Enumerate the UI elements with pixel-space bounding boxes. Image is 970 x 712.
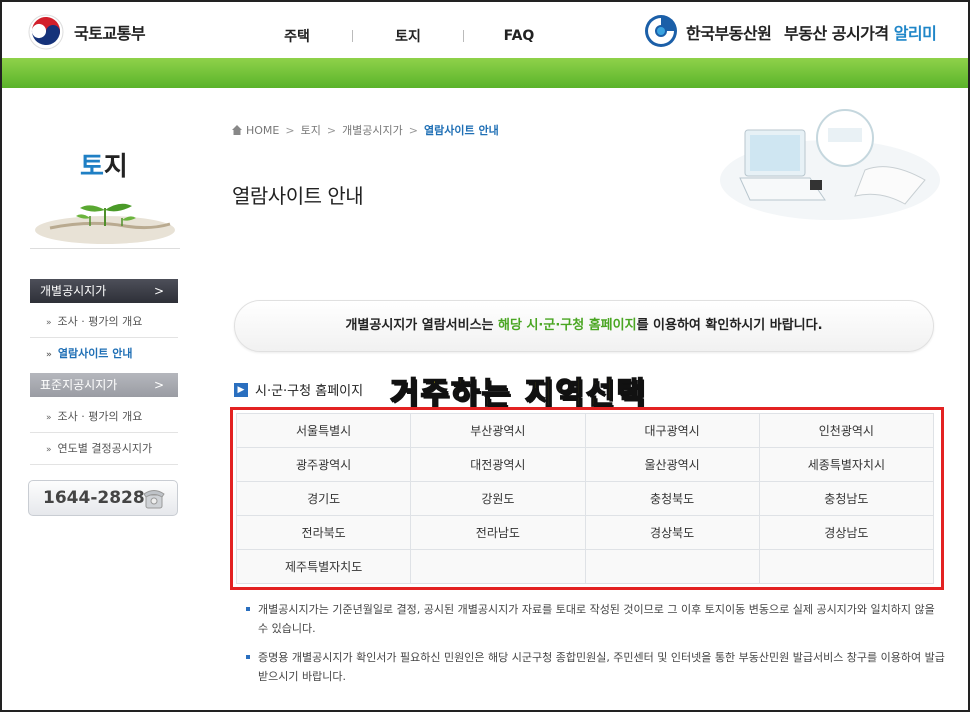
sidebar-item-label: 열람사이트 안내	[57, 347, 133, 360]
nav-housing[interactable]: 주택	[242, 26, 352, 46]
ministry-name[interactable]: 국토교통부	[74, 20, 146, 44]
site-name[interactable]: 부동산 공시가격 알리미	[784, 20, 937, 44]
table-row: 경기도 강원도 충청북도 충청남도	[235, 481, 935, 516]
green-banner-bar	[2, 58, 968, 88]
breadcrumb-separator: >	[326, 123, 337, 137]
nav-land[interactable]: 토지	[353, 26, 463, 46]
bullet-square-icon	[246, 607, 250, 611]
region-daegu[interactable]: 대구광역시	[584, 413, 760, 448]
region-table: 서울특별시 부산광역시 대구광역시 인천광역시 광주광역시 대전광역시 울산광역…	[235, 413, 935, 584]
table-row: 서울특별시 부산광역시 대구광역시 인천광역시	[235, 413, 935, 448]
main-nav: 주택 토지 FAQ	[242, 26, 574, 46]
site-name-accent: 알리미	[893, 24, 937, 43]
notice-highlight: 해당 시·군·구청 홈페이지	[498, 318, 637, 333]
call-center-box: 1644-2828	[28, 480, 178, 516]
section-label: 시·군·구청 홈페이지	[255, 384, 364, 399]
table-row: 전라북도 전라남도 경상북도 경상남도	[235, 515, 935, 550]
sidebar-item-label: 조사 · 평가의 개요	[57, 315, 143, 328]
page-title: 열람사이트 안내	[232, 184, 364, 208]
region-chungnam[interactable]: 충청남도	[758, 481, 935, 516]
section-heading: ▶ 시·군·구청 홈페이지	[234, 380, 363, 399]
site-header: 국토교통부 주택 토지 FAQ 한국부동산원 부동산 공시가격 알리미	[2, 2, 968, 58]
empty-cell	[584, 549, 760, 584]
phone-icon	[143, 490, 165, 509]
region-jeju[interactable]: 제주특별자치도	[235, 549, 412, 584]
viewing-service-notice: 개별공시지가 열람서비스는 해당 시·군·구청 홈페이지를 이용하여 확인하시기…	[234, 300, 934, 352]
sidebar-menu-individual-land-price[interactable]: 개별공시지가 >	[30, 279, 178, 303]
section-arrow-icon: ▶	[234, 382, 248, 397]
notice-text-after: 를 이용하여 확인하시기 바랍니다.	[636, 318, 823, 333]
breadcrumb-current: 열람사이트 안내	[424, 124, 499, 137]
list-item: 개별공시지가는 기준년월일로 결정, 공시된 개별공시지가 자료를 토대로 작성…	[246, 600, 946, 638]
agency-name[interactable]: 한국부동산원	[686, 20, 772, 44]
note-text: 증명용 개별공시지가 확인서가 필요하신 민원인은 해당 시군구청 종합민원실,…	[258, 651, 945, 683]
region-gwangju[interactable]: 광주광역시	[235, 447, 412, 482]
menu-label: 표준지공시지가	[40, 378, 118, 392]
chevron-right-icon: >	[153, 284, 164, 298]
sidebar-item-label: 조사 · 평가의 개요	[57, 410, 143, 423]
region-chungbuk[interactable]: 충청북도	[584, 481, 760, 516]
region-sejong[interactable]: 세종특별자치시	[758, 447, 935, 482]
menu-label: 개별공시지가	[40, 284, 107, 298]
home-icon	[232, 125, 242, 135]
sidebar-item-yearly-price[interactable]: » 연도별 결정공시지가	[30, 433, 178, 465]
region-ulsan[interactable]: 울산광역시	[584, 447, 760, 482]
region-gyeongbuk[interactable]: 경상북도	[584, 515, 760, 550]
region-busan[interactable]: 부산광역시	[410, 413, 586, 448]
bullet-square-icon	[246, 655, 250, 659]
empty-cell	[410, 549, 586, 584]
region-jeonbuk[interactable]: 전라북도	[235, 515, 412, 550]
region-seoul[interactable]: 서울특별시	[235, 413, 412, 448]
reb-logo-icon[interactable]	[644, 14, 678, 48]
sidebar-title-rest: 지	[103, 152, 128, 182]
nav-faq[interactable]: FAQ	[464, 28, 574, 44]
sidebar-item-survey-overview[interactable]: » 조사 · 평가의 개요	[30, 306, 178, 338]
site-name-prefix: 부동산 공시가격	[784, 24, 889, 43]
region-incheon[interactable]: 인천광역시	[758, 413, 935, 448]
list-item: 증명용 개별공시지가 확인서가 필요하신 민원인은 해당 시군구청 종합민원실,…	[246, 648, 946, 686]
empty-cell	[758, 549, 935, 584]
bullet-icon: »	[46, 350, 52, 360]
region-gyeongnam[interactable]: 경상남도	[758, 515, 935, 550]
breadcrumb-separator: >	[285, 123, 295, 137]
region-jeonnam[interactable]: 전라남도	[410, 515, 586, 550]
table-row: 제주특별자치도	[235, 549, 935, 584]
breadcrumb-separator: >	[408, 123, 419, 137]
region-daejeon[interactable]: 대전광역시	[410, 447, 586, 482]
sidebar-item-label: 연도별 결정공시지가	[57, 442, 153, 455]
sidebar-title-accent: 토	[80, 152, 104, 182]
notes-list: 개별공시지가는 기준년월일로 결정, 공시된 개별공시지가 자료를 토대로 작성…	[246, 600, 946, 696]
breadcrumb: HOME > 토지 > 개별공시지가 > 열람사이트 안내	[232, 122, 499, 138]
sidebar-menu-standard-land-price[interactable]: 표준지공시지가 >	[30, 373, 178, 397]
sidebar-item-standard-survey-overview[interactable]: » 조사 · 평가의 개요	[30, 401, 178, 433]
region-gangwon[interactable]: 강원도	[410, 481, 586, 516]
bullet-icon: »	[46, 413, 52, 423]
bullet-icon: »	[46, 445, 52, 455]
breadcrumb-home[interactable]: HOME	[246, 124, 279, 137]
bullet-icon: »	[46, 318, 52, 328]
laptop-illustration-icon	[720, 109, 940, 220]
breadcrumb-land[interactable]: 토지	[301, 122, 321, 138]
sidebar-item-viewing-site-guide[interactable]: » 열람사이트 안내	[30, 338, 178, 370]
region-gyeonggi[interactable]: 경기도	[235, 481, 412, 516]
breadcrumb-individual-land-price[interactable]: 개별공시지가	[342, 122, 403, 138]
sidebar-divider	[30, 248, 180, 249]
table-row: 광주광역시 대전광역시 울산광역시 세종특별자치시	[235, 447, 935, 482]
molit-logo-icon[interactable]	[28, 14, 64, 50]
chevron-right-icon: >	[153, 378, 164, 392]
notice-text-before: 개별공시지가 열람서비스는	[345, 318, 499, 333]
call-center-number: 1644-2828	[43, 488, 145, 508]
sidebar-title: 토지	[80, 146, 128, 183]
sprout-illustration-icon	[35, 203, 175, 244]
note-text: 개별공시지가는 기준년월일로 결정, 공시된 개별공시지가 자료를 토대로 작성…	[258, 603, 935, 635]
